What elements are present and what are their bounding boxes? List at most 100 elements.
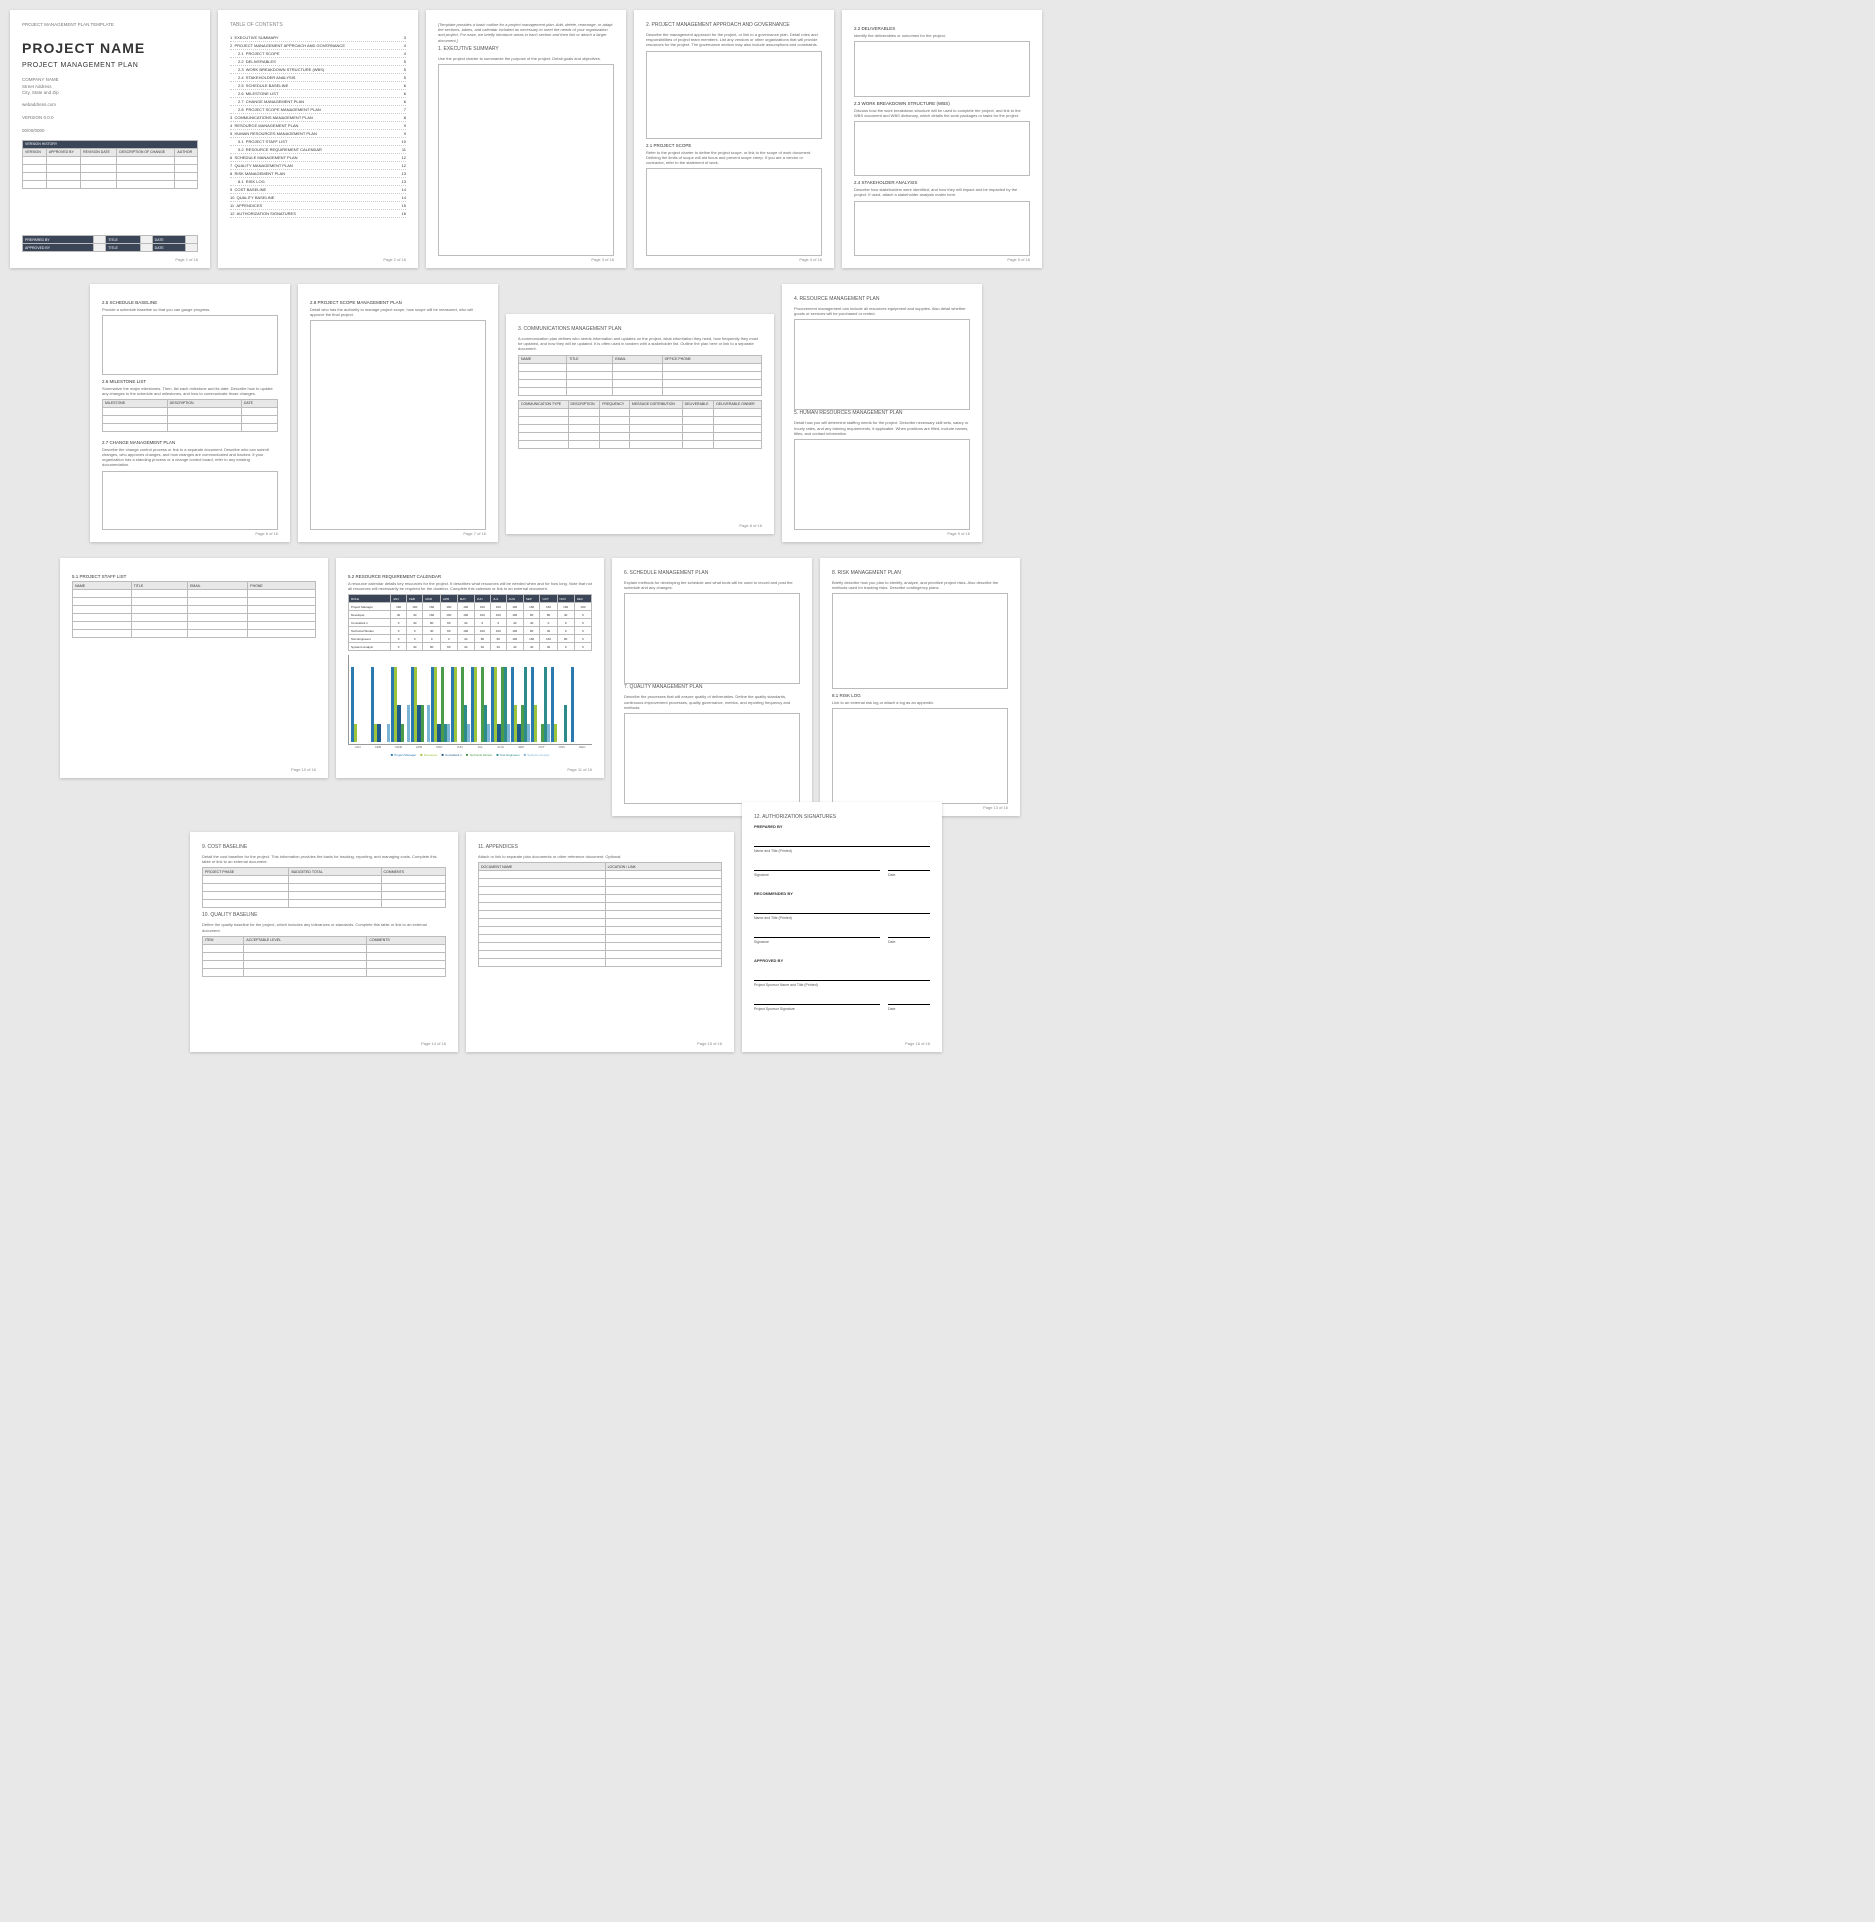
page-num: Page 8 of 16 [739,523,762,528]
template-intro: [Template provides a basic outline for a… [438,22,614,43]
page-14: 9. COST BASELINE Detail the cost baselin… [190,832,458,1052]
risk-mgmt-box [832,593,1008,689]
quality-baseline-table: ITEMACCEPTABLE LEVELCOMMENTS [202,936,446,977]
toc-item: 8.1 RISK LOG13 [230,178,406,186]
page-5: 2.2 DELIVERABLES Identify the deliverabl… [842,10,1042,268]
schedule-mgmt-heading: 6. SCHEDULE MANAGEMENT PLAN [624,570,800,576]
toc-item: 6 SCHEDULE MANAGEMENT PLAN12 [230,154,406,162]
toc-item: 10 QUALITY BASELINE14 [230,194,406,202]
page-8: 3. COMMUNICATIONS MANAGEMENT PLAN A comm… [506,314,774,534]
wbs-box [854,121,1030,176]
vh-title: VERSION HISTORY [23,140,198,148]
toc-item: 2.4 STAKEHOLDER ANALYSIS5 [230,74,406,82]
milestone-table: MILESTONEDESCRIPTIONDATE [102,399,278,432]
comms-heading: 3. COMMUNICATIONS MANAGEMENT PLAN [518,326,762,332]
approach-heading: 2. PROJECT MANAGEMENT APPROACH AND GOVER… [646,22,822,28]
prepared-by-block: PREPARED BY Name and Title (Printed) Sig… [754,824,930,877]
project-subtitle: PROJECT MANAGEMENT PLAN [22,62,198,69]
milestone-heading: 2.6 MILESTONE LIST [102,379,278,384]
toc-item: 8 RISK MANAGEMENT PLAN13 [230,170,406,178]
company-block: COMPANY NAME Street Address City, State … [22,77,198,134]
approach-box [646,51,822,139]
quality-mgmt-box [624,713,800,804]
page-2-toc: TABLE OF CONTENTS 1 EXECUTIVE SUMMARY32 … [218,10,418,268]
exec-summary-heading: 1. EXECUTIVE SUMMARY [438,46,614,52]
page-3: [Template provides a basic outline for a… [426,10,626,268]
toc-item: 2.1 PROJECT SCOPE4 [230,50,406,58]
page-11: 5.2 RESOURCE REQUIREMENT CALENDAR A reso… [336,558,604,778]
quality-baseline-heading: 10. QUALITY BASELINE [202,912,446,918]
toc-item: 2.5 SCHEDULE BASELINE6 [230,82,406,90]
chart-legend: Project ManagerDeveloperConsultant 1Tech… [348,752,592,757]
exec-summary-box [438,64,614,256]
staff-list-heading: 5.1 PROJECT STAFF LIST [72,574,316,579]
toc-item: 5.2 RESOURCE REQUIREMENT CALENDAR11 [230,146,406,154]
hr-mgmt-heading: 5. HUMAN RESOURCES MANAGEMENT PLAN [794,410,970,416]
change-mgmt-box [102,471,278,530]
page-6: 2.5 SCHEDULE BASELINE Provide a schedule… [90,284,290,542]
cost-baseline-table: PROJECT PHASEBUDGETED TOTALCOMMENTS [202,867,446,908]
scope-mgmt-box [310,320,486,530]
scope-mgmt-heading: 2.8 PROJECT SCOPE MANAGEMENT PLAN [310,300,486,305]
appendices-heading: 11. APPENDICES [478,844,722,850]
schedule-baseline-heading: 2.5 SCHEDULE BASELINE [102,300,278,305]
toc-item: 11 APPENDICES15 [230,202,406,210]
quality-mgmt-heading: 7. QUALITY MANAGEMENT PLAN [624,684,800,690]
page-num: Page 4 of 16 [799,257,822,262]
page-7: 2.8 PROJECT SCOPE MANAGEMENT PLAN Detail… [298,284,498,542]
toc-item: 2.2 DELIVERABLES5 [230,58,406,66]
project-title: PROJECT NAME [22,40,198,56]
page-num: Page 5 of 16 [1007,257,1030,262]
page-num: Page 14 of 16 [421,1041,446,1046]
resource-mgmt-heading: 4. RESOURCE MANAGEMENT PLAN [794,296,970,302]
prep-approve-table: PREPARED BYTITLEDATE APPROVED BYTITLEDAT… [22,235,198,252]
staff-list-table: NAMETITLEEMAILPHONE [72,581,316,638]
page-num: Page 15 of 16 [697,1041,722,1046]
schedule-baseline-box [102,315,278,374]
toc-item: 2.7 CHANGE MANAGEMENT PLAN6 [230,98,406,106]
toc-item: 12 AUTHORIZATION SIGNATURES16 [230,210,406,218]
page-1: PROJECT MANAGEMENT PLAN TEMPLATE PROJECT… [10,10,210,268]
risk-mgmt-heading: 8. RISK MANAGEMENT PLAN [832,570,1008,576]
comms-contacts-table: NAMETITLEEMAILOFFICE PHONE [518,355,762,396]
toc-item: 2.8 PROJECT SCOPE MANAGEMENT PLAN7 [230,106,406,114]
toc-item: 4 RESOURCE MANAGEMENT PLAN9 [230,122,406,130]
auth-sig-heading: 12. AUTHORIZATION SIGNATURES [754,814,930,820]
resource-calendar-heading: 5.2 RESOURCE REQUIREMENT CALENDAR [348,574,592,579]
doc-date: 00/00/0000 [22,128,198,134]
change-mgmt-heading: 2.7 CHANGE MANAGEMENT PLAN [102,440,278,445]
cost-baseline-heading: 9. COST BASELINE [202,844,446,850]
toc-item: 2 PROJECT MANAGEMENT APPROACH AND GOVERN… [230,42,406,50]
hr-mgmt-box [794,439,970,530]
page-10: 5.1 PROJECT STAFF LIST NAMETITLEEMAILPHO… [60,558,328,778]
scope-box [646,168,822,256]
page-num: Page 6 of 16 [255,531,278,536]
risk-log-box [832,708,1008,804]
schedule-mgmt-box [624,593,800,684]
toc-item: 2.6 MILESTONE LIST6 [230,90,406,98]
page-num: Page 7 of 16 [463,531,486,536]
toc-item: 5 HUMAN RESOURCES MANAGEMENT PLAN9 [230,130,406,138]
page-16: 12. AUTHORIZATION SIGNATURES PREPARED BY… [742,802,942,1052]
template-label: PROJECT MANAGEMENT PLAN TEMPLATE [22,22,198,28]
web: webaddress.com [22,102,198,108]
page-13: 8. RISK MANAGEMENT PLAN Briefly describe… [820,558,1020,816]
page-9: 4. RESOURCE MANAGEMENT PLAN Procurement … [782,284,982,542]
resource-mgmt-box [794,319,970,410]
page-grid: PROJECT MANAGEMENT PLAN TEMPLATE PROJECT… [10,10,1865,1052]
stakeholder-box [854,201,1030,256]
recommended-by-block: RECOMMENDED BY Name and Title (Printed) … [754,891,930,944]
page-num: Page 2 of 16 [383,257,406,262]
version-history-table: VERSION HISTORY VERSIONAPPROVED BYREVISI… [22,140,198,189]
page-num: Page 1 of 16 [175,257,198,262]
toc-item: 7 QUALITY MANAGEMENT PLAN12 [230,162,406,170]
toc-item: 9 COST BASELINE14 [230,186,406,194]
chart-x-axis: JANFEBMARAPRMAYJUNJULAUGSEPOCTNOVDEC [348,745,592,749]
page-num: Page 3 of 16 [591,257,614,262]
version: VERSION 0.0.0 [22,115,198,121]
toc-body: 1 EXECUTIVE SUMMARY32 PROJECT MANAGEMENT… [230,34,406,218]
page-num: Page 9 of 16 [947,531,970,536]
page-15: 11. APPENDICES Attach or link to separat… [466,832,734,1052]
comms-plan-table: COMMUNICATION TYPEDESCRIPTIONFREQUENCYME… [518,400,762,449]
appendices-table: DOCUMENT NAMELOCATION / LINK [478,862,722,967]
